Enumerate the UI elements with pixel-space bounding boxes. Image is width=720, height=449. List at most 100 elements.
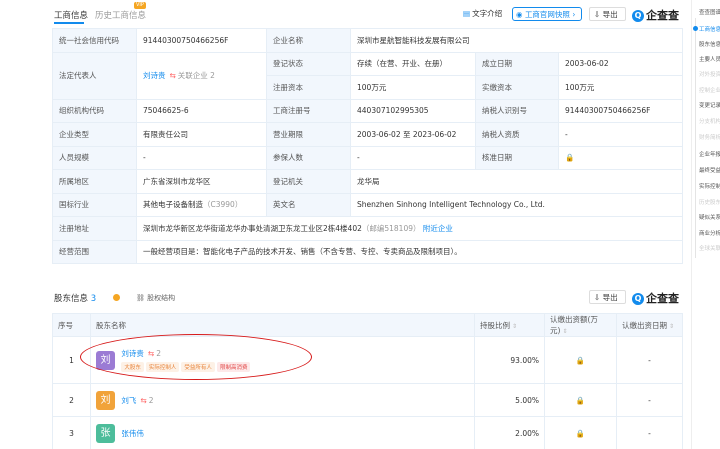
taxpayer-id-label: 纳税人识别号: [475, 98, 559, 123]
nav-item[interactable]: 股东信息: [699, 40, 720, 48]
nav-item[interactable]: 分支机构: [699, 117, 720, 125]
related-companies-badge[interactable]: 关联企业 2: [178, 71, 215, 80]
shareholder-count: 3: [90, 294, 97, 304]
credit-code-value: 91440300750466256F: [136, 28, 267, 53]
approve-date-label: 核准日期: [475, 145, 559, 170]
structure-icon: ⛓: [136, 294, 148, 302]
subscribed-amount-cell: 🔒: [544, 336, 617, 384]
staff-size-value: -: [136, 145, 267, 170]
sort-icon: ⇕: [512, 322, 518, 330]
paid-capital-value: 100万元: [557, 75, 684, 100]
est-date-value: 2003-06-02: [557, 51, 684, 76]
biz-reg-no-value: 440307102995305: [350, 98, 476, 123]
table-row: 经营范围 一般经营项目是：智能化电子产品的技术开发、销售（不含专营、专控、专卖商…: [52, 239, 684, 264]
nav-item[interactable]: 最终受益人: [699, 166, 720, 174]
nav-item[interactable]: 商业分析: [699, 229, 720, 237]
shareholding-ratio: 2.00%: [474, 416, 545, 449]
shareholder-name-link[interactable]: 张伟伟: [121, 429, 144, 438]
official-snapshot-button[interactable]: ◉ 工商官网快照 ›: [512, 7, 582, 21]
paid-capital-label: 实缴资本: [475, 75, 559, 100]
vip-lock-icon[interactable]: 🔒: [576, 356, 585, 365]
address-value: 深圳市龙华新区龙华街道龙华办事处清湖卫东龙工业区2栋4楼402: [143, 223, 362, 233]
biz-term-label: 营业期限: [266, 122, 351, 147]
vip-lock-icon[interactable]: 🔒: [576, 429, 585, 438]
subscribed-amount-cell: 🔒: [544, 416, 617, 449]
shareholder-name-link[interactable]: 刘飞: [121, 396, 136, 405]
biz-term-value: 2003-06-02 至 2023-06-02: [350, 122, 476, 147]
region-label: 所属地区: [52, 169, 137, 194]
nav-item[interactable]: 主要人员: [699, 55, 720, 63]
en-name-label: 英文名: [266, 192, 351, 217]
table-row: 国标行业 其他电子设备制造（C3990） 英文名 Shenzhen Sinhon…: [52, 192, 684, 217]
reg-capital-value: 100万元: [350, 75, 476, 100]
taxpayer-qual-label: 纳税人资质: [475, 122, 559, 147]
sort-icon: ⇕: [669, 322, 675, 330]
table-row: 注册地址 深圳市龙华新区龙华街道龙华办事处清湖卫东龙工业区2栋4楼402（邮编5…: [52, 216, 684, 241]
biz-reg-no-label: 工商注册号: [266, 98, 351, 123]
table-row: 企业类型 有限责任公司 营业期限 2003-06-02 至 2023-06-02…: [52, 122, 684, 147]
avatar: 刘: [96, 390, 115, 410]
nav-item[interactable]: 财务简析: [699, 133, 720, 141]
taxpayer-qual-value: -: [557, 122, 684, 147]
relation-count[interactable]: 2: [149, 396, 154, 405]
industry-label: 国标行业: [52, 192, 137, 217]
subscribed-date: -: [616, 336, 683, 384]
col-header-date[interactable]: 认缴出资日期 ⇕: [616, 313, 683, 337]
table-row: 组织机构代码 75046625-6 工商注册号 440307102995305 …: [52, 98, 684, 123]
staff-size-label: 人员规模: [52, 145, 137, 170]
sort-icon: ⇕: [562, 328, 568, 335]
nav-item[interactable]: 企业年报: [699, 150, 720, 158]
nav-item[interactable]: 疑似关系: [699, 213, 720, 221]
nav-item-business[interactable]: 工商信息: [699, 25, 720, 33]
export-icon: ⇩: [594, 293, 603, 302]
vip-lock-icon[interactable]: 🔒: [576, 396, 585, 405]
logo-mark-icon: Q: [632, 10, 644, 22]
logo-mark-icon: Q: [632, 293, 644, 305]
table-row: 统一社会信用代码 91440300750466256F 企业名称 深圳市星航智能…: [52, 28, 684, 53]
tab-bar: 工商信息 历史工商信息 VIP ▤ 文字介绍 ◉ 工商官网快照 › ⇩ 导出 Q企…: [0, 0, 690, 26]
col-header-amount[interactable]: 认缴出资额(万元) ⇕: [544, 313, 617, 337]
industry-code: （C3990）: [203, 200, 243, 210]
postcode: （邮编518109）: [361, 223, 421, 233]
legal-rep-link[interactable]: 刘诗贵: [143, 71, 166, 80]
vip-badge: VIP: [134, 2, 146, 9]
tab-history-info[interactable]: 历史工商信息: [95, 9, 146, 21]
section-nav-sidebar: 查查图谱 工商信息 股东信息 主要人员 对外投资 控制企业 变更记录 分支机构 …: [691, 0, 720, 449]
nearby-companies-link[interactable]: 附近企业: [423, 224, 453, 233]
table-row: 3 张 张伟伟 2.00% 🔒 -: [52, 416, 683, 449]
est-date-label: 成立日期: [475, 51, 559, 76]
approve-date-cell: 🔒: [557, 145, 684, 170]
company-name-value: 深圳市星航智能科技发展有限公司: [349, 28, 684, 53]
reg-capital-label: 注册资本: [266, 75, 351, 100]
nav-item[interactable]: 历史股东: [699, 198, 720, 206]
equity-structure-link[interactable]: ⛓ 股权结构: [136, 293, 175, 303]
industry-cell: 其他电子设备制造（C3990）: [136, 192, 267, 217]
ent-type-value: 有限责任公司: [136, 122, 267, 147]
row-number: 3: [52, 416, 91, 449]
shareholder-export-button[interactable]: ⇩ 导出: [589, 290, 626, 304]
org-code-value: 75046625-6: [136, 98, 267, 123]
credit-code-label: 统一社会信用代码: [52, 28, 137, 53]
nav-item[interactable]: 控制企业: [699, 86, 720, 94]
insured-label: 参保人数: [266, 145, 351, 170]
active-tab-indicator: [54, 22, 84, 24]
address-label: 注册地址: [52, 216, 137, 241]
vip-lock-icon[interactable]: 🔒: [565, 153, 574, 162]
company-name-label: 企业名称: [266, 28, 351, 53]
document-icon: ▤: [463, 9, 471, 18]
nav-item[interactable]: 实际控制人: [699, 182, 720, 190]
col-header-ratio[interactable]: 持股比例 ⇕: [474, 313, 545, 337]
nav-item[interactable]: 查查图谱: [699, 8, 720, 16]
nav-active-dot: [693, 26, 698, 31]
export-icon: ⇩: [594, 10, 603, 19]
nav-item[interactable]: 对外投资: [699, 70, 720, 78]
export-button[interactable]: ⇩ 导出: [589, 7, 626, 21]
shareholder-name-cell: 张 张伟伟: [90, 416, 475, 449]
tab-business-info[interactable]: 工商信息: [54, 9, 88, 21]
avatar: 张: [96, 423, 115, 443]
nav-item[interactable]: 变更记录: [699, 101, 720, 109]
nav-item[interactable]: 全球关联: [699, 244, 720, 252]
table-row: 2 刘 刘飞 ⇆ 2 5.00% 🔒 -: [52, 383, 683, 417]
table-row: 法定代表人 刘诗贵 ⇆ 关联企业 2 登记状态 存续（在营、开业、在册） 成立日期 …: [52, 51, 684, 100]
text-intro-button[interactable]: ▤ 文字介绍: [463, 7, 502, 21]
